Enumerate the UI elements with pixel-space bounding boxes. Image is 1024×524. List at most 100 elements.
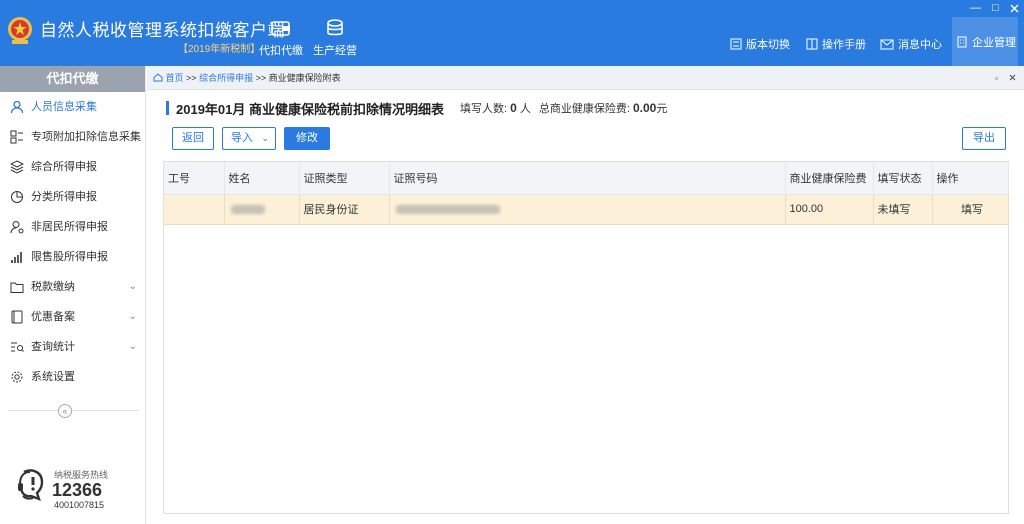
chevron-down-icon: ⌄ xyxy=(261,133,269,143)
version-switch-label: 版本切换 xyxy=(746,39,790,51)
building-icon xyxy=(957,36,967,47)
maximize-button[interactable]: □ xyxy=(992,2,999,14)
sidebar-item-label: 限售股所得申报 xyxy=(31,251,108,263)
breadcrumb-separator: >> xyxy=(255,73,267,83)
filled-count-stat: 填写人数: 0 人 xyxy=(460,100,531,116)
pie-icon xyxy=(11,191,23,203)
collapse-sidebar-button[interactable]: « xyxy=(58,404,72,418)
sidebar-item-preferential-filing[interactable]: 优惠备案 ⌄ xyxy=(0,302,145,332)
sidebar-item-system-settings[interactable]: 系统设置 xyxy=(0,362,145,392)
chevron-down-icon: ⌄ xyxy=(128,341,137,352)
gear-icon xyxy=(11,371,23,383)
sidebar-item-tax-payment[interactable]: 税款缴纳 ⌄ xyxy=(0,272,145,302)
sidebar-item-comprehensive-income[interactable]: 综合所得申报 xyxy=(0,152,145,182)
cell-id-number xyxy=(389,194,786,225)
title-accent-bar xyxy=(166,101,169,115)
nav-shengchan[interactable]: 生产经营 xyxy=(311,18,359,58)
breadcrumb-comprehensive-income[interactable]: 综合所得申报 xyxy=(199,73,253,83)
column-header-id-type[interactable]: 证照类型 xyxy=(299,162,390,195)
column-header-status[interactable]: 填写状态 xyxy=(873,162,933,195)
page-title: 2019年01月 商业健康保险税前扣除情况明细表 xyxy=(176,101,444,117)
cell-premium: 100.00 xyxy=(785,194,874,225)
modify-button[interactable]: 修改 xyxy=(284,127,330,150)
sidebar-item-label: 非居民所得申报 xyxy=(31,221,108,233)
sidebar-item-restricted-shares[interactable]: 限售股所得申报 xyxy=(0,242,145,272)
back-button[interactable]: 返回 xyxy=(172,127,214,150)
sidebar-item-label: 人员信息采集 xyxy=(31,101,97,113)
home-icon xyxy=(153,73,163,82)
import-label: 导入 xyxy=(231,132,253,144)
chevron-down-icon: ⌄ xyxy=(128,311,137,322)
version-switch-button[interactable]: 版本切换 xyxy=(730,36,790,52)
app-title: 自然人税收管理系统扣缴客户端 xyxy=(40,21,285,40)
table-row[interactable]: 居民身份证 100.00 未填写 填写 xyxy=(164,194,1009,225)
table-header-row: 工号 姓名 证照类型 证照号码 商业健康保险费 填写状态 操作 xyxy=(164,162,1009,195)
redacted-id-number xyxy=(395,204,500,214)
cell-status: 未填写 xyxy=(873,194,933,225)
cell-id-type: 居民身份证 xyxy=(299,194,390,225)
switch-icon xyxy=(730,38,742,50)
column-header-name[interactable]: 姓名 xyxy=(224,162,300,195)
page-header: 2019年01月 商业健康保险税前扣除情况明细表 填写人数: 0 人 总商业健康… xyxy=(166,100,667,117)
total-premium-label: 总商业健康保险费: xyxy=(538,103,630,115)
close-icon[interactable] xyxy=(1010,4,1019,13)
sidebar-item-label: 系统设置 xyxy=(31,371,75,383)
filled-count-value: 0 xyxy=(510,101,517,115)
breadcrumb-separator: >> xyxy=(186,73,197,83)
hotline-number: 12366 xyxy=(52,480,103,500)
manual-label: 操作手册 xyxy=(822,39,866,51)
nav-daikou[interactable]: 代扣代缴 xyxy=(257,18,305,58)
filled-count-label: 填写人数: xyxy=(460,103,508,115)
wallet-icon xyxy=(271,21,290,36)
tax-emblem-icon xyxy=(8,17,32,44)
total-premium-unit: 元 xyxy=(656,103,668,115)
fill-in-link[interactable]: 填写 xyxy=(932,194,1009,225)
folder-icon xyxy=(10,282,24,293)
enterprise-management-button[interactable]: 企业管理 xyxy=(952,17,1018,66)
import-button[interactable]: 导入 ⌄ xyxy=(222,127,276,150)
total-premium-value: 0.00 xyxy=(633,101,657,115)
hotline-number-secondary: 4001007815 xyxy=(54,500,105,510)
chevron-down-icon: ⌄ xyxy=(128,131,137,142)
sidebar: 代扣代缴 人员信息采集 专项附加扣除信息采集 ⌄ 综合所得申报 分类所得申报 非… xyxy=(0,66,146,524)
column-header-premium[interactable]: 商业健康保险费 xyxy=(785,162,874,195)
enterprise-management-label: 企业管理 xyxy=(972,36,1016,49)
message-center-label: 消息中心 xyxy=(898,39,942,51)
minimize-button[interactable]: — xyxy=(970,2,981,14)
sidebar-item-label: 查询统计 xyxy=(31,341,75,353)
sidebar-item-label: 专项附加扣除信息采集 xyxy=(31,131,141,143)
sidebar-item-label: 综合所得申报 xyxy=(31,161,97,173)
sidebar-item-label: 分类所得申报 xyxy=(31,191,97,203)
redacted-name xyxy=(230,204,265,214)
sidebar-divider xyxy=(8,410,138,411)
message-center-button[interactable]: 消息中心 xyxy=(880,36,942,52)
doc-icon xyxy=(11,310,23,324)
breadcrumb-home[interactable]: 首页 xyxy=(166,73,184,83)
data-table: 工号 姓名 证照类型 证照号码 商业健康保险费 填写状态 操作 居民身份证 10… xyxy=(163,161,1009,514)
service-hotline: 纳税服务热线 12366 4001007815 xyxy=(14,466,134,516)
sidebar-item-personnel[interactable]: 人员信息采集 xyxy=(0,92,145,122)
headset-icon xyxy=(18,469,44,502)
sidebar-item-query-statistics[interactable]: 查询统计 ⌄ xyxy=(0,332,145,362)
total-premium-stat: 总商业健康保险费: 0.00元 xyxy=(539,100,667,116)
sidebar-item-special-deduction[interactable]: 专项附加扣除信息采集 ⌄ xyxy=(0,122,145,152)
panel-restore-button[interactable]: ▫ xyxy=(995,66,998,90)
sidebar-title: 代扣代缴 xyxy=(0,66,145,92)
layers-icon xyxy=(10,160,24,174)
manual-icon xyxy=(806,38,818,50)
column-header-action[interactable]: 操作 xyxy=(932,162,1009,195)
sidebar-item-nonresident[interactable]: 非居民所得申报 xyxy=(0,212,145,242)
manual-button[interactable]: 操作手册 xyxy=(806,36,866,52)
column-header-id-number[interactable]: 证照号码 xyxy=(389,162,786,195)
cell-employee-id xyxy=(164,194,225,225)
panel-close-icon[interactable] xyxy=(1009,74,1016,81)
breadcrumb: 首页 >> 综合所得申报 >> 商业健康保险附表 ▫ xyxy=(147,66,1024,90)
sidebar-item-label: 税款缴纳 xyxy=(31,281,75,293)
column-header-employee-id[interactable]: 工号 xyxy=(164,162,225,195)
nav-label: 生产经营 xyxy=(313,45,357,57)
filled-count-unit: 人 xyxy=(519,103,531,115)
export-button[interactable]: 导出 xyxy=(962,127,1006,150)
sidebar-item-label: 优惠备案 xyxy=(31,311,75,323)
coins-icon xyxy=(327,19,343,36)
sidebar-item-classified-income[interactable]: 分类所得申报 xyxy=(0,182,145,212)
